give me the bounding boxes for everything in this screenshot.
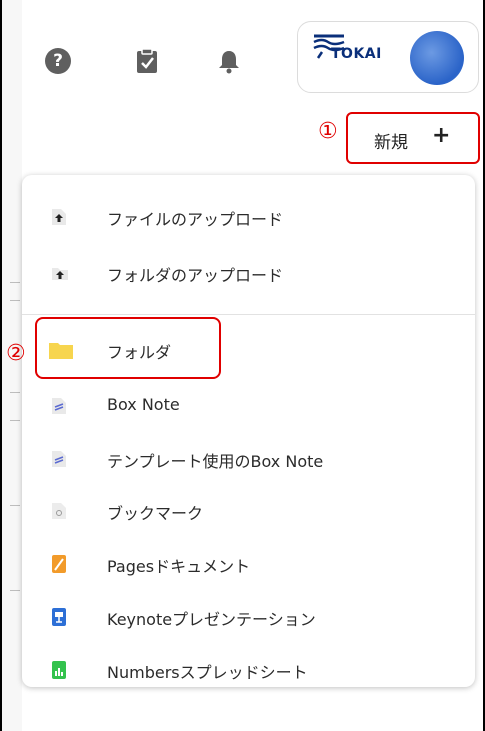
plus-icon: + (432, 123, 451, 148)
file-upload-icon (52, 209, 66, 225)
clipboard-check-icon[interactable] (134, 48, 160, 74)
menu-item-box-note-template[interactable]: テンプレート使用のBox Note (22, 439, 475, 479)
keynote-presentation-icon (52, 608, 66, 626)
org-logo-text: TOKAI (331, 46, 382, 62)
menu-item-label: Keynoteプレゼンテーション (107, 610, 316, 629)
menu-item-label: ブックマーク (107, 504, 204, 523)
box-note-icon (52, 398, 66, 414)
box-note-template-icon (52, 451, 66, 467)
menu-item-box-note[interactable]: Box Note (22, 386, 475, 426)
menu-item-label: Numbersスプレッドシート (107, 663, 308, 682)
annotation-marker-2: ② (6, 341, 26, 366)
new-button[interactable]: 新規 + (346, 112, 480, 164)
numbers-spreadsheet-icon (52, 661, 66, 679)
folder-item-highlight (35, 317, 221, 379)
menu-item-bookmark[interactable]: ブックマーク (22, 491, 475, 531)
avatar[interactable] (410, 31, 464, 85)
pages-document-icon (52, 555, 66, 573)
menu-item-numbers[interactable]: Numbersスプレッドシート (22, 650, 475, 690)
new-button-label: 新規 (374, 133, 408, 153)
folder-upload-icon (52, 268, 68, 280)
menu-item-keynote[interactable]: Keynoteプレゼンテーション (22, 597, 475, 637)
menu-divider (22, 314, 475, 315)
menu-item-folder-upload[interactable]: フォルダのアップロード (22, 253, 475, 293)
bell-icon[interactable] (216, 48, 242, 74)
help-icon[interactable]: ? (45, 48, 71, 74)
menu-item-label: ファイルのアップロード (107, 210, 284, 229)
bookmark-icon (52, 503, 66, 519)
menu-item-pages[interactable]: Pagesドキュメント (22, 544, 475, 584)
menu-item-label: フォルダのアップロード (107, 266, 284, 285)
menu-item-label: テンプレート使用のBox Note (107, 452, 324, 471)
account-menu[interactable]: TOKAI (297, 21, 479, 93)
new-item-dropdown-menu: ファイルのアップロード フォルダのアップロード フォルダ Box Note テン… (22, 175, 475, 687)
menu-item-label: Pagesドキュメント (107, 557, 251, 576)
menu-item-file-upload[interactable]: ファイルのアップロード (22, 197, 475, 237)
annotation-marker-1: ① (318, 119, 338, 144)
menu-item-label: Box Note (107, 395, 180, 414)
